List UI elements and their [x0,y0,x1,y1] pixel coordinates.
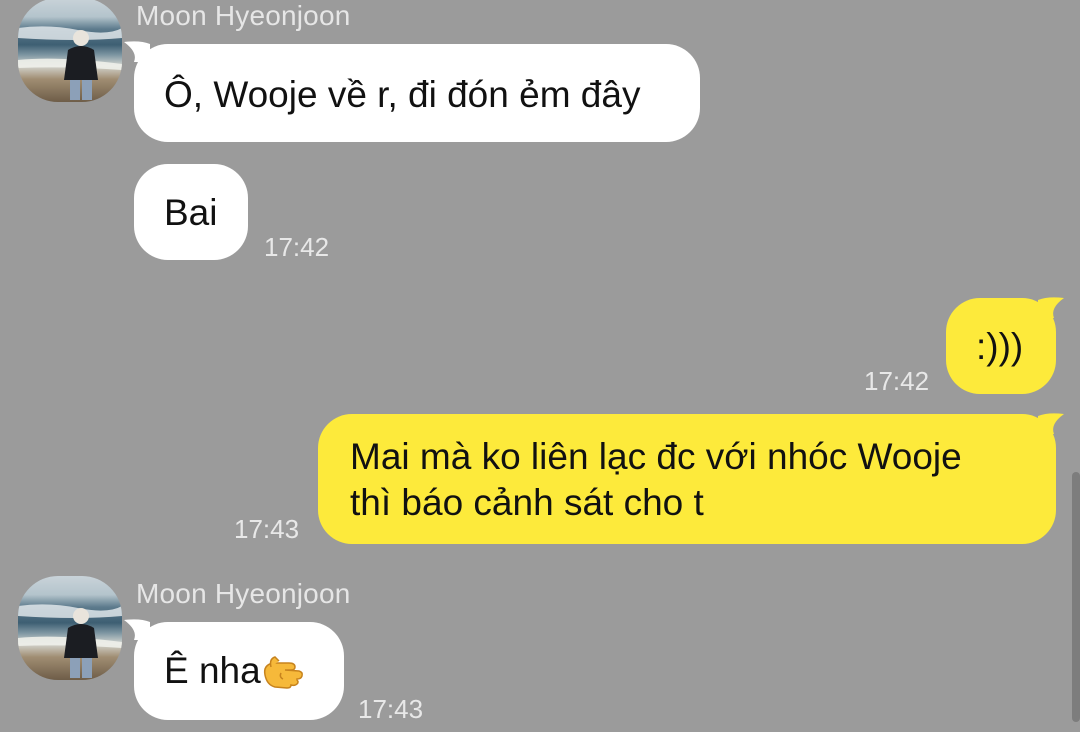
profile-photo-icon [18,26,122,100]
avatar[interactable] [18,0,122,102]
pointing-finger-icon [263,656,303,689]
message-text: Bai [164,192,218,233]
message-bubble[interactable]: Mai mà ko liên lạc đc với nhóc Wooje thì… [318,414,1056,544]
message-text: :))) [976,326,1024,367]
message-timestamp: 17:42 [264,232,330,262]
message-text: Ô, Wooje về r, đi đón ẻm đây [164,74,641,115]
bubble-tail [124,619,150,640]
message-timestamp: 17:43 [358,694,424,724]
message-bubble[interactable]: Ê nha [134,622,344,720]
message-bubble[interactable]: Bai [134,164,248,260]
bubble-tail [1038,413,1064,434]
scrollbar[interactable] [1072,472,1080,722]
message-text: Ê nha [164,650,261,691]
profile-photo-icon [18,604,122,678]
bubble-tail [124,41,150,62]
message-text-line: Mai mà ko liên lạc đc với nhóc Wooje [350,436,962,477]
sender-name: Moon Hyeonjoon [136,578,351,609]
bubble-tail [1038,297,1064,318]
avatar[interactable] [18,576,122,680]
message-timestamp: 17:42 [864,366,930,396]
sender-name: Moon Hyeonjoon [136,0,351,31]
message-text-line: thì báo cảnh sát cho t [350,482,704,523]
message-bubble[interactable]: Ô, Wooje về r, đi đón ẻm đây [134,44,700,142]
message-timestamp: 17:43 [234,514,300,544]
chat-room: Moon Hyeonjoon Ô, Wooje về r, đi đón ẻm … [0,0,1080,732]
